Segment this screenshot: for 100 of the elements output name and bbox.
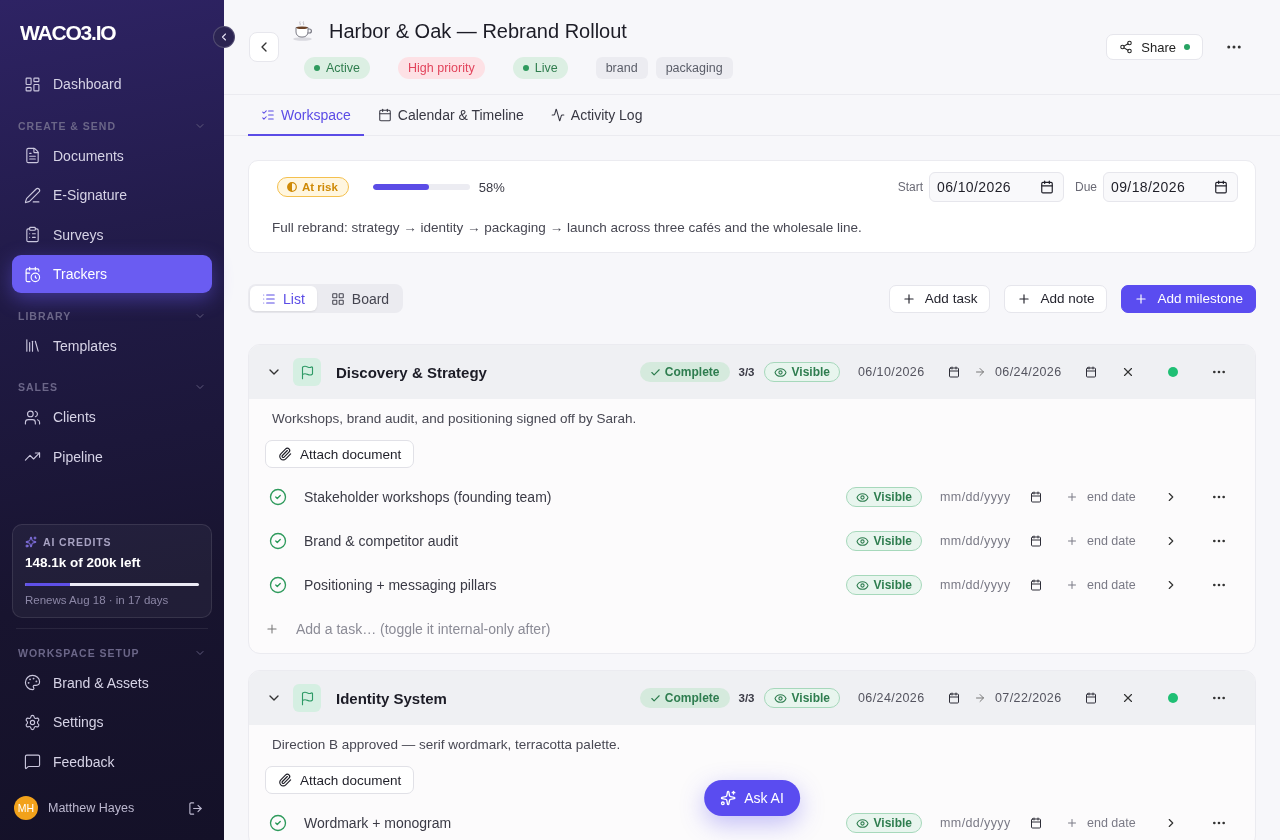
calendar-icon	[948, 692, 960, 704]
nav-item[interactable]: Trackers	[12, 255, 212, 293]
renewal-note: Renews Aug 18 · in 17 days	[25, 592, 169, 608]
pen-icon	[24, 186, 41, 204]
logo: WACO3.IO	[20, 20, 116, 46]
flag-icon	[293, 358, 321, 386]
due-date-field[interactable]: 09/18/2026	[1103, 172, 1238, 202]
date-field[interactable]: mm/dd/yyyy	[940, 490, 1042, 504]
date-field[interactable]: 07/22/2026	[995, 691, 1097, 705]
dot-icon	[314, 64, 320, 71]
end-date-button[interactable]: end date	[1066, 490, 1136, 504]
milestone-description: Workshops, brand audit, and positioning signed off by Sarah.	[272, 410, 638, 428]
document-icon	[24, 147, 41, 164]
visibility-toggle[interactable]: Visible	[845, 487, 922, 507]
calendar-icon	[377, 107, 392, 122]
nav-item[interactable]: Dashboard	[12, 65, 212, 103]
attach-button[interactable]: Attach document	[265, 766, 415, 794]
section-header[interactable]: SALES	[18, 366, 206, 398]
close-icon[interactable]	[1121, 691, 1135, 705]
attach-button[interactable]: Attach document	[265, 440, 415, 468]
back-button[interactable]	[249, 32, 279, 62]
date-field[interactable]: mm/dd/yyyy	[940, 816, 1042, 830]
collapse-button[interactable]	[213, 26, 235, 48]
check-circle-icon[interactable]	[269, 488, 287, 506]
check-circle-icon[interactable]	[269, 532, 287, 550]
add-task-field[interactable]: Add a task… (toggle it internal-only after)	[296, 621, 551, 637]
visibility-toggle[interactable]: Visible	[763, 688, 840, 708]
status-badge[interactable]: Live	[512, 56, 568, 79]
start-date-field[interactable]: 06/10/2026	[929, 172, 1064, 202]
task-title: Positioning + messaging pillars	[304, 577, 497, 593]
share-icon	[1119, 40, 1134, 54]
task-title: Wordmark + monogram	[304, 815, 452, 831]
nav-item[interactable]: Templates	[12, 326, 212, 365]
flag-icon	[293, 684, 321, 712]
date-field[interactable]: 06/24/2026	[858, 691, 960, 705]
date-field[interactable]: 06/24/2026	[995, 365, 1097, 379]
visibility-toggle[interactable]: Visible	[845, 575, 922, 595]
plus-icon	[1066, 817, 1078, 829]
nav-item[interactable]: Documents	[12, 136, 212, 175]
date-field[interactable]: mm/dd/yyyy	[940, 578, 1042, 592]
tag: packaging	[655, 56, 733, 79]
check-circle-icon[interactable]	[269, 576, 287, 594]
paperclip-icon	[278, 773, 292, 787]
status-badge[interactable]: Complete	[639, 688, 730, 708]
add-note-button[interactable]: Add note	[1004, 284, 1108, 313]
tab[interactable]: Activity Log	[537, 95, 656, 136]
plus-icon	[1066, 491, 1078, 503]
grid-icon	[330, 291, 345, 306]
visibility-toggle[interactable]: Visible	[845, 531, 922, 551]
add-milestone-button[interactable]: Add milestone	[1121, 284, 1256, 313]
section-header[interactable]: WORKSPACE SETUP	[18, 631, 206, 664]
eye-icon	[855, 534, 869, 548]
tab[interactable]: Workspace	[248, 95, 364, 136]
nav-item[interactable]: Settings	[12, 703, 212, 741]
end-date-button[interactable]: end date	[1066, 578, 1136, 592]
task-count: 3/3	[738, 366, 755, 378]
milestone-description: Direction B approved — serif wordmark, terracotta palette.	[272, 736, 622, 754]
date-field[interactable]: mm/dd/yyyy	[940, 534, 1042, 548]
view-tab[interactable]: List	[250, 286, 317, 311]
end-date-button[interactable]: end date	[1066, 534, 1136, 548]
clipboard-icon	[24, 226, 41, 243]
plus-icon	[1017, 291, 1032, 306]
tag: brand	[595, 56, 648, 79]
priority-badge[interactable]: High priority	[398, 56, 485, 79]
visibility-toggle[interactable]: Visible	[845, 813, 922, 833]
ask-ai-button[interactable]: Ask AI	[704, 780, 800, 816]
calendar-icon	[1030, 535, 1042, 547]
check-icon	[649, 692, 661, 704]
eye-icon	[773, 365, 787, 379]
plus-icon	[1134, 291, 1149, 306]
books-icon	[24, 337, 41, 354]
calendar-icon	[1040, 180, 1054, 194]
date-field[interactable]: 06/10/2026	[858, 365, 960, 379]
calendar-icon	[1085, 366, 1097, 378]
logout-icon[interactable]	[188, 800, 203, 816]
share-button[interactable]: Share	[1106, 34, 1203, 60]
nav-item[interactable]: Brand & Assets	[12, 663, 212, 702]
task-title: Brand & competitor audit	[304, 533, 459, 549]
status-badge[interactable]: Complete	[639, 362, 730, 382]
check-circle-icon[interactable]	[269, 814, 287, 832]
nav-item[interactable]: Clients	[12, 398, 212, 436]
end-date-button[interactable]: end date	[1066, 816, 1136, 830]
page-title: Harbor & Oak — Rebrand Rollout	[329, 18, 627, 44]
sparkle-icon	[720, 790, 737, 806]
tab[interactable]: Calendar & Timeline	[364, 95, 537, 136]
chat-bubble-icon	[24, 753, 41, 770]
status-badge[interactable]: Active	[304, 56, 371, 79]
user-avatar: MH	[14, 796, 38, 820]
nav-item[interactable]: Pipeline	[12, 437, 212, 476]
section-header[interactable]: LIBRARY	[18, 294, 206, 327]
nav-item[interactable]: Surveys	[12, 215, 212, 254]
add-task-button[interactable]: Add task	[888, 284, 991, 313]
sparkle-icon	[25, 535, 37, 548]
visibility-toggle[interactable]: Visible	[763, 362, 840, 382]
nav-item[interactable]: E-Signature	[12, 176, 212, 214]
view-tab[interactable]: Board	[318, 286, 402, 311]
nav-item[interactable]: Feedback	[12, 742, 212, 781]
dot-icon	[522, 64, 529, 71]
calendar-icon	[1030, 817, 1042, 829]
close-icon[interactable]	[1121, 365, 1135, 379]
